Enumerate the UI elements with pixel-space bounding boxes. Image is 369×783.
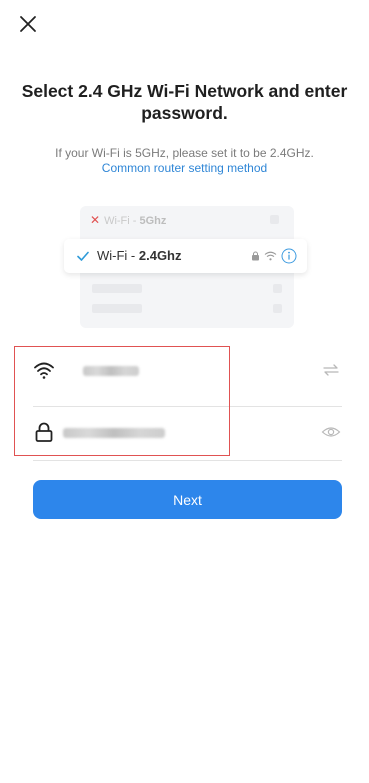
next-button[interactable]: Next	[33, 480, 342, 519]
close-button[interactable]	[14, 10, 42, 38]
lock-icon	[35, 422, 53, 442]
field-divider	[33, 406, 342, 407]
field-divider	[33, 460, 342, 461]
cross-icon: ✕	[90, 213, 101, 227]
placeholder-row	[92, 284, 282, 293]
placeholder-row	[92, 304, 282, 313]
page-title: Select 2.4 GHz Wi-Fi Network and enter p…	[21, 81, 348, 123]
switch-arrows-icon[interactable]	[321, 361, 341, 379]
illus-row-5ghz: ✕ Wi-Fi - 5Ghz	[90, 213, 167, 227]
router-setting-link[interactable]: Common router setting method	[14, 161, 355, 176]
eye-icon[interactable]	[321, 423, 341, 441]
small-lock-icon	[252, 251, 259, 261]
password-value-redacted	[63, 428, 165, 438]
info-icon	[281, 248, 297, 264]
check-icon	[77, 251, 89, 261]
close-icon	[20, 16, 36, 32]
small-wifi-icon	[264, 251, 277, 261]
subtitle-text: If your Wi-Fi is 5GHz, please set it to …	[55, 146, 314, 160]
wifi-name-value-redacted	[83, 366, 139, 376]
placeholder-square	[270, 215, 279, 224]
wifi-name-field[interactable]	[33, 347, 341, 399]
password-field[interactable]	[33, 409, 341, 461]
illus-row-24ghz: Wi-Fi - 2.4Ghz	[64, 239, 307, 273]
wifi-icon	[34, 362, 54, 379]
